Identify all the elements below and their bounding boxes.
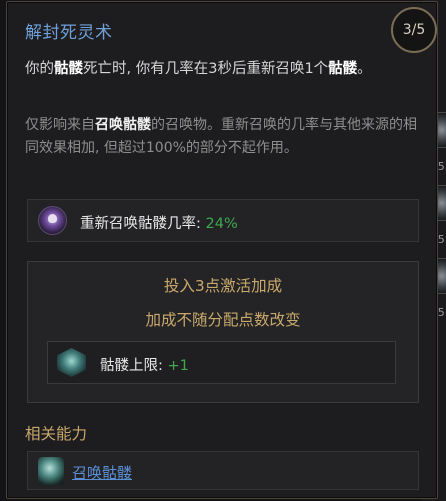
bonus-section: 投入3点激活加成 加成不随分配点数改变 骷髅上限: +1	[27, 261, 419, 403]
description-keyword: 骷髅	[54, 61, 83, 77]
note-keyword: 召唤骷髅	[95, 117, 151, 133]
bonus-text: 骷髅上限: +1	[100, 354, 189, 375]
page: 0/5 0/5 0/5 解封死灵术 3/5 你的骷髅死亡时, 你有几率在3秒后重…	[0, 0, 446, 501]
bonus-label: 骷髅上限:	[100, 358, 168, 374]
skill-description: 你的骷髅死亡时, 你有几率在3秒后重新召唤1个骷髅。	[25, 58, 415, 81]
description-text: 你的	[25, 61, 54, 77]
bonus-row: 骷髅上限: +1	[47, 341, 396, 384]
description-text: 死亡时, 你有几率在3秒后重新召唤1个	[83, 61, 329, 77]
related-ability-row: 召唤骷髅	[27, 451, 419, 490]
description-keyword: 骷髅	[328, 61, 358, 77]
rank-badge: 3/5	[391, 7, 437, 53]
note-text: 仅影响来自	[25, 117, 95, 133]
bonus-note: 加成不随分配点数改变	[145, 311, 301, 329]
stat-text: 重新召唤骷髅几率: 24%	[80, 212, 238, 233]
skill-tooltip: 解封死灵术 3/5 你的骷髅死亡时, 你有几率在3秒后重新召唤1个骷髅。 仅影响…	[6, 1, 438, 499]
skeleton-hex-icon	[57, 348, 86, 377]
bonus-value: +1	[167, 358, 189, 374]
skill-title: 解封死灵术	[25, 23, 113, 43]
stat-row: 重新召唤骷髅几率: 24%	[27, 199, 419, 242]
stat-label: 重新召唤骷髅几率:	[80, 216, 206, 232]
description-text: 。	[357, 61, 372, 77]
related-abilities-heading: 相关能力	[25, 425, 88, 443]
skull-orb-icon	[38, 206, 67, 235]
related-ability-link[interactable]: 召唤骷髅	[72, 462, 132, 483]
skill-note: 仅影响来自召唤骷髅的召唤物。重新召唤的几率与其他来源的相同效果相加, 但超过10…	[25, 114, 420, 160]
stat-value: 24%	[205, 216, 238, 232]
bonus-requirement: 投入3点激活加成	[163, 277, 283, 295]
summon-skeleton-icon	[38, 457, 64, 485]
